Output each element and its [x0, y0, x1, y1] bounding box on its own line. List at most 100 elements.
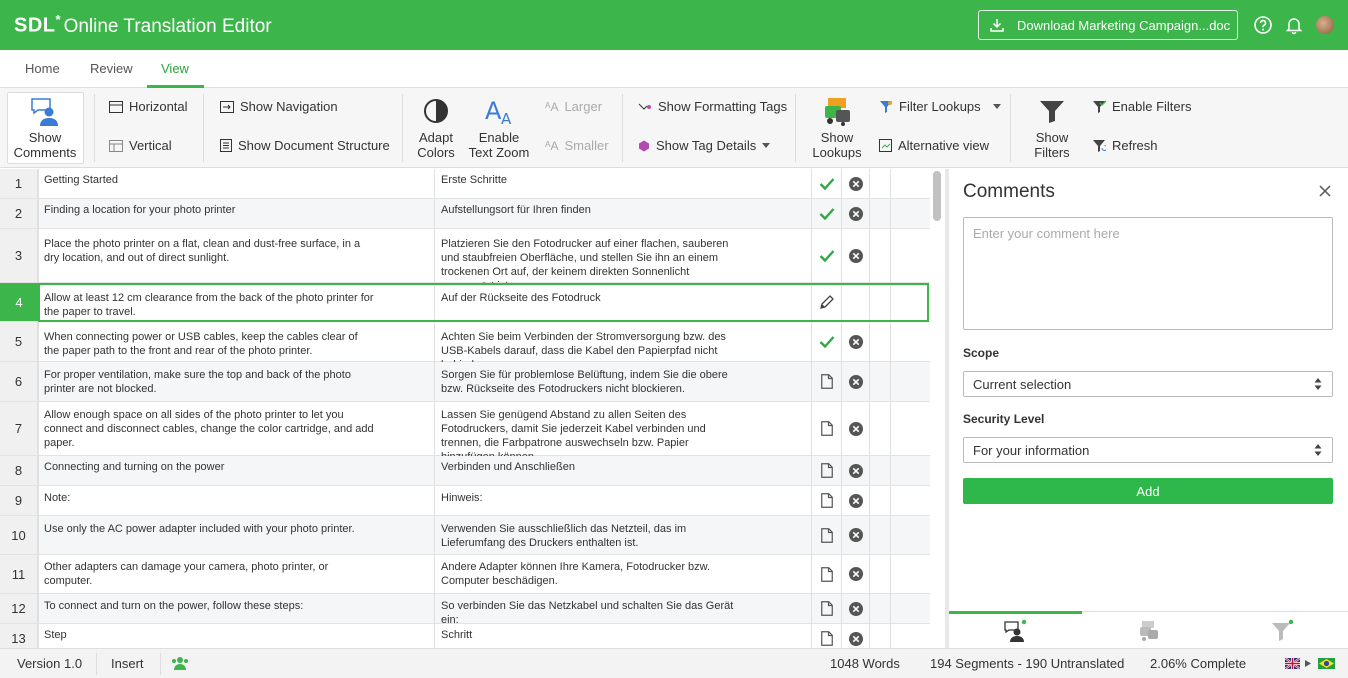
segment-action[interactable] [842, 516, 870, 554]
target-text[interactable]: Hinweis: [441, 491, 741, 516]
comments-title: Comments [963, 181, 1055, 202]
segment-action[interactable] [842, 199, 870, 228]
tab-view[interactable]: View [161, 61, 189, 76]
segment-status[interactable] [812, 283, 842, 321]
tab-home[interactable]: Home [25, 61, 60, 76]
editing-pencil-icon [820, 295, 834, 309]
show-navigation-button[interactable]: Show Navigation [220, 99, 338, 114]
segment-status[interactable] [812, 516, 842, 554]
segment-status[interactable] [812, 199, 842, 228]
target-text[interactable]: Lassen Sie genügend Abstand zu allen Sei… [441, 408, 741, 456]
show-tag-details-button[interactable]: Show Tag Details [638, 138, 771, 153]
logo-brand: SDL [14, 14, 56, 37]
segment-number: 1 [0, 169, 38, 198]
segment-action[interactable] [842, 486, 870, 515]
table-row[interactable]: 1 Getting Started Erste Schritte [0, 169, 930, 199]
segment-status[interactable] [812, 486, 842, 515]
grid-scrollbar-thumb[interactable] [933, 171, 941, 221]
show-lookups-button[interactable]: Show Lookups [810, 92, 864, 160]
enable-text-zoom-button[interactable]: AA Enable Text Zoom [466, 92, 532, 160]
refresh-button[interactable]: Refresh [1092, 138, 1158, 153]
show-formatting-tags-button[interactable]: Show Formatting Tags [638, 99, 787, 114]
segment-action[interactable] [842, 229, 870, 282]
target-text[interactable]: So verbinden Sie das Netzkabel und schal… [441, 599, 741, 624]
help-icon[interactable] [1253, 15, 1273, 35]
enable-filters-button[interactable]: Enable Filters [1092, 99, 1191, 114]
user-avatar[interactable] [1316, 16, 1334, 34]
alternative-view-button[interactable]: Alternative view [879, 138, 989, 153]
table-row[interactable]: 13 Step Schritt [0, 624, 930, 648]
horizontal-button[interactable]: Horizontal [109, 99, 188, 114]
insert-mode-status[interactable]: Insert [111, 656, 144, 671]
lookups-tab-icon[interactable] [1137, 619, 1161, 643]
table-row[interactable]: 9 Note: Hinweis: [0, 486, 930, 516]
draft-document-icon [821, 527, 833, 543]
security-level-select[interactable]: For your information [963, 437, 1333, 463]
grid-scrollbar[interactable] [930, 169, 944, 648]
target-text[interactable]: Erste Schritte [441, 173, 741, 199]
ribbon-divider [622, 94, 623, 162]
target-text[interactable]: Auf der Rückseite des Fotodruck [441, 291, 741, 322]
panel-tabs [949, 611, 1348, 648]
comment-input[interactable] [963, 217, 1333, 330]
filters-tab-icon[interactable] [1270, 619, 1294, 643]
segment-action[interactable] [842, 402, 870, 455]
target-text[interactable]: Andere Adapter können Ihre Kamera, Fotod… [441, 560, 741, 594]
show-filters-button[interactable]: Show Filters [1027, 92, 1077, 160]
target-text[interactable]: Verbinden und Anschließen [441, 460, 741, 486]
segment-status[interactable] [812, 322, 842, 361]
segment-action[interactable] [842, 283, 870, 321]
segment-status[interactable] [812, 362, 842, 401]
segment-status[interactable] [812, 624, 842, 648]
table-row[interactable]: 3 Place the photo printer on a flat, clea… [0, 229, 930, 283]
larger-button[interactable]: ᴬA Larger [545, 99, 602, 114]
segment-status[interactable] [812, 169, 842, 198]
enable-filters-label: Enable Filters [1112, 99, 1192, 114]
segment-action[interactable] [842, 555, 870, 593]
segment-action[interactable] [842, 322, 870, 361]
target-text[interactable]: Platzieren Sie den Fotodrucker auf einer… [441, 237, 741, 283]
download-button[interactable]: Download Marketing Campaign...doc [978, 10, 1238, 40]
smaller-button[interactable]: ᴬA Smaller [545, 138, 609, 153]
vertical-button[interactable]: Vertical [109, 138, 172, 153]
segment-status[interactable] [812, 456, 842, 485]
segment-action[interactable] [842, 594, 870, 623]
table-row[interactable]: 5 When connecting power or USB cables, ke… [0, 322, 930, 362]
segment-action[interactable] [842, 456, 870, 485]
comments-tab-icon[interactable] [1003, 619, 1027, 643]
segment-status[interactable] [812, 555, 842, 593]
segment-status[interactable] [812, 594, 842, 623]
table-row[interactable]: 8 Connecting and turning on the power Ver… [0, 456, 930, 486]
segment-action[interactable] [842, 362, 870, 401]
table-row[interactable]: 12 To connect and turn on the power, foll… [0, 594, 930, 624]
show-comments-button[interactable]: Show Comments [10, 92, 80, 160]
table-row[interactable]: 11 Other adapters can damage your camera,… [0, 555, 930, 594]
segment-action[interactable] [842, 624, 870, 648]
table-row[interactable]: 7 Allow enough space on all sides of the … [0, 402, 930, 456]
target-text[interactable]: Verwenden Sie ausschließlich das Netztei… [441, 522, 741, 555]
table-row[interactable]: 2 Finding a location for your photo print… [0, 199, 930, 229]
target-text[interactable]: Aufstellungsort für Ihren finden [441, 203, 741, 229]
segment-action[interactable] [842, 169, 870, 198]
remove-x-icon [849, 421, 863, 436]
draft-document-icon [821, 631, 833, 646]
tab-review[interactable]: Review [90, 61, 133, 76]
scope-select[interactable]: Current selection [963, 371, 1333, 397]
table-row[interactable]: 10 Use only the AC power adapter included… [0, 516, 930, 555]
filter-lookups-button[interactable]: Filter Lookups [879, 99, 1001, 114]
users-icon[interactable] [171, 656, 189, 670]
bell-icon[interactable] [1284, 15, 1304, 35]
adapt-colors-button[interactable]: Adapt Colors [412, 92, 460, 160]
add-label: Add [1136, 483, 1160, 499]
add-comment-button[interactable]: Add [963, 478, 1333, 504]
table-row[interactable]: 4 Allow at least 12 cm clearance from the… [0, 283, 930, 322]
segment-status[interactable] [812, 402, 842, 455]
target-text[interactable]: Achten Sie beim Verbinden der Stromverso… [441, 330, 741, 362]
refresh-filter-icon [1093, 139, 1106, 152]
segment-status[interactable] [812, 229, 842, 282]
target-text[interactable]: Schritt [441, 628, 741, 648]
table-row[interactable]: 6 For proper ventilation, make sure the t… [0, 362, 930, 402]
show-document-structure-button[interactable]: Show Document Structure [220, 138, 390, 153]
target-text[interactable]: Sorgen Sie für problemlose Belüftung, in… [441, 368, 741, 402]
close-icon[interactable] [1317, 183, 1333, 199]
